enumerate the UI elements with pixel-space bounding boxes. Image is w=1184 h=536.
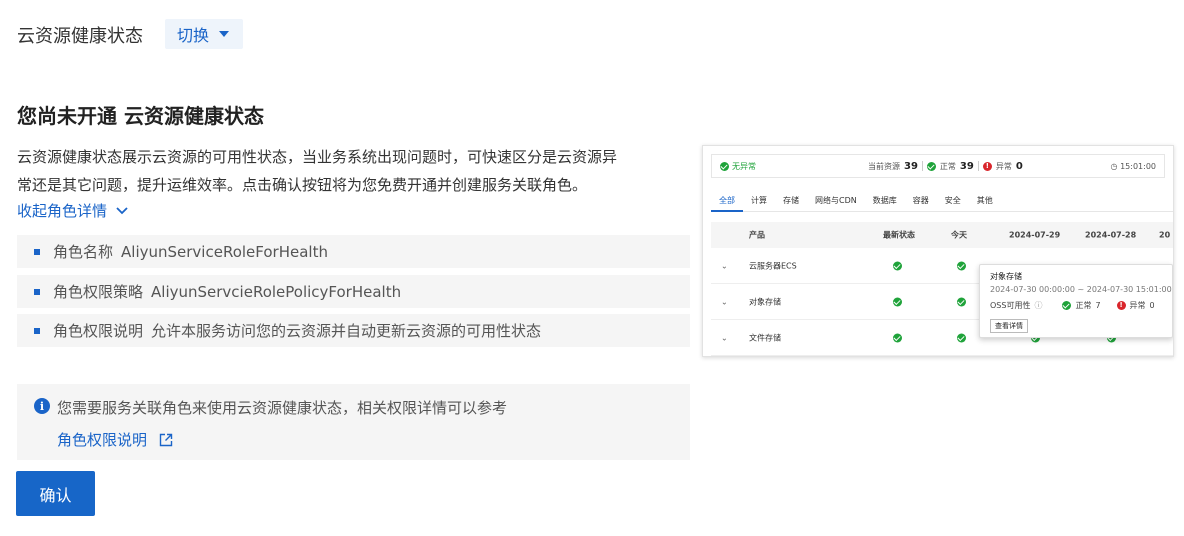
preview-tabs: 全部 计算 存储 网络与CDN 数据库 容器 安全 其他 — [711, 190, 1173, 212]
role-value: AliyunServcieRolePolicyForHealth — [151, 282, 402, 301]
role-key: 角色名称 — [53, 243, 114, 261]
product-name: 对象存储 — [749, 297, 781, 306]
preview-tab: 计算 — [751, 196, 767, 205]
expand-chevron-icon: ⌄ — [721, 333, 728, 342]
preview-tooltip: 对象存储 2024-07-30 00:00:00 ~ 2024-07-30 15… — [979, 264, 1173, 338]
check-circle-icon — [926, 161, 936, 171]
product-name: 云服务器ECS — [749, 261, 797, 270]
preview-tab: 全部 — [711, 190, 743, 212]
confirm-button[interactable]: 确认 — [16, 471, 95, 516]
role-item-policy: 角色权限策略 AliyunServcieRolePolicyForHealth — [17, 275, 690, 308]
tooltip-metric: OSS可用性 ⓘ 正常 7 ! 异常 0 — [990, 300, 1155, 311]
switch-label: 切换 — [177, 26, 210, 45]
preview-status-bar: 无异常 当前资源 39 正常 39 ! 异常 0 ◷ 15:01:00 — [711, 154, 1165, 178]
check-circle-icon — [1062, 301, 1072, 310]
preview-status: 无异常 — [720, 161, 756, 172]
collapse-label: 收起角色详情 — [17, 202, 108, 220]
role-value: AliyunServiceRoleForHealth — [121, 242, 328, 261]
info-circle-icon: ⓘ — [1034, 301, 1043, 310]
divider — [977, 161, 979, 171]
tooltip-range: 2024-07-30 00:00:00 ~ 2024-07-30 15:01:0… — [990, 285, 1172, 294]
check-circle-icon — [720, 161, 729, 171]
preview-tab: 网络与CDN — [815, 196, 857, 205]
bullet — [34, 288, 40, 295]
page-title: 云资源健康状态 — [17, 26, 143, 47]
preview-counts: 当前资源 39 正常 39 ! 异常 0 — [868, 161, 1023, 172]
metric-label: OSS可用性 — [990, 301, 1031, 310]
caret-down-icon — [219, 31, 230, 37]
notice-box: i 您需要服务关联角色来使用云资源健康状态，相关权限详情可以参考 角色权限说明 — [17, 384, 690, 460]
col-header: 20 — [1159, 230, 1171, 240]
current-count: 39 — [904, 160, 918, 172]
description-line-2: 常还是其它问题，提升运维效率。点击确认按钮将为您免费开通并创建服务关联角色。 — [17, 176, 588, 194]
check-circle-icon — [957, 261, 966, 270]
check-circle-icon — [893, 261, 902, 270]
col-header: 最新状态 — [883, 230, 915, 240]
preview-image: 无异常 当前资源 39 正常 39 ! 异常 0 ◷ 15:01:00 全部 计… — [702, 145, 1174, 357]
col-header: 今天 — [951, 230, 967, 240]
abnormal-count: 0 — [1015, 160, 1023, 172]
expand-chevron-icon: ⌄ — [721, 261, 728, 270]
abnormal-label: 异常 — [995, 161, 1012, 171]
col-header: 2024-07-29 — [1009, 230, 1061, 240]
preview-status-text: 无异常 — [732, 161, 756, 171]
role-permission-link-label: 角色权限说明 — [57, 431, 148, 449]
info-icon: i — [34, 398, 50, 414]
preview-table-header: 产品 最新状态 今天 2024-07-29 2024-07-28 20 — [711, 222, 1173, 248]
role-value: 允许本服务访问您的云资源并自动更新云资源的可用性状态 — [151, 322, 542, 340]
col-header: 产品 — [749, 230, 765, 240]
expand-chevron-icon: ⌄ — [721, 297, 728, 306]
normal-label: 正常 — [1075, 301, 1092, 310]
description: 云资源健康状态展示云资源的可用性状态，当业务系统出现问题时，可快速区分是云资源异… — [17, 143, 697, 199]
check-circle-icon — [893, 333, 902, 342]
preview-tab: 数据库 — [872, 196, 897, 205]
role-item-description: 角色权限说明 允许本服务访问您的云资源并自动更新云资源的可用性状态 — [17, 314, 690, 347]
bullet — [34, 248, 40, 255]
preview-tab: 其他 — [976, 196, 993, 205]
check-circle-icon — [957, 297, 966, 306]
col-header: 2024-07-28 — [1085, 230, 1137, 240]
time-text: 15:01:00 — [1120, 161, 1156, 171]
bullet — [34, 327, 40, 334]
abnormal-label: 异常 — [1129, 301, 1146, 310]
collapse-role-details-link[interactable]: 收起角色详情 — [17, 200, 129, 221]
description-line-1: 云资源健康状态展示云资源的可用性状态，当业务系统出现问题时，可快速区分是云资源异 — [17, 148, 618, 166]
role-permission-link[interactable]: 角色权限说明 — [57, 429, 173, 450]
preview-tab: 安全 — [944, 196, 961, 205]
normal-count: 39 — [959, 160, 974, 172]
main-title: 您尚未开通 云资源健康状态 — [17, 104, 264, 128]
tooltip-title: 对象存储 — [990, 272, 1022, 281]
product-name: 文件存储 — [749, 333, 781, 342]
chevron-down-icon — [116, 206, 128, 214]
check-circle-icon — [893, 297, 902, 306]
normal-label: 正常 — [939, 161, 956, 171]
role-key: 角色权限策略 — [53, 283, 144, 301]
error-icon: ! — [982, 161, 992, 171]
abnormal-value: 0 — [1149, 301, 1155, 310]
current-label: 当前资源 — [868, 161, 900, 171]
role-key: 角色权限说明 — [53, 322, 144, 340]
preview-time: ◷ 15:01:00 — [1110, 161, 1156, 171]
check-circle-icon — [957, 333, 966, 342]
preview-tab: 存储 — [783, 196, 799, 205]
error-icon: ! — [1116, 301, 1126, 310]
divider — [921, 161, 923, 171]
normal-value: 7 — [1095, 301, 1101, 310]
preview-tab: 容器 — [912, 196, 929, 205]
role-item-name: 角色名称 AliyunServiceRoleForHealth — [17, 235, 690, 268]
notice-text: 您需要服务关联角色来使用云资源健康状态，相关权限详情可以参考 — [57, 399, 508, 417]
switch-dropdown[interactable]: 切换 — [165, 19, 243, 49]
external-link-icon — [159, 433, 173, 446]
tooltip-view-details-button: 查看详情 — [990, 319, 1028, 333]
